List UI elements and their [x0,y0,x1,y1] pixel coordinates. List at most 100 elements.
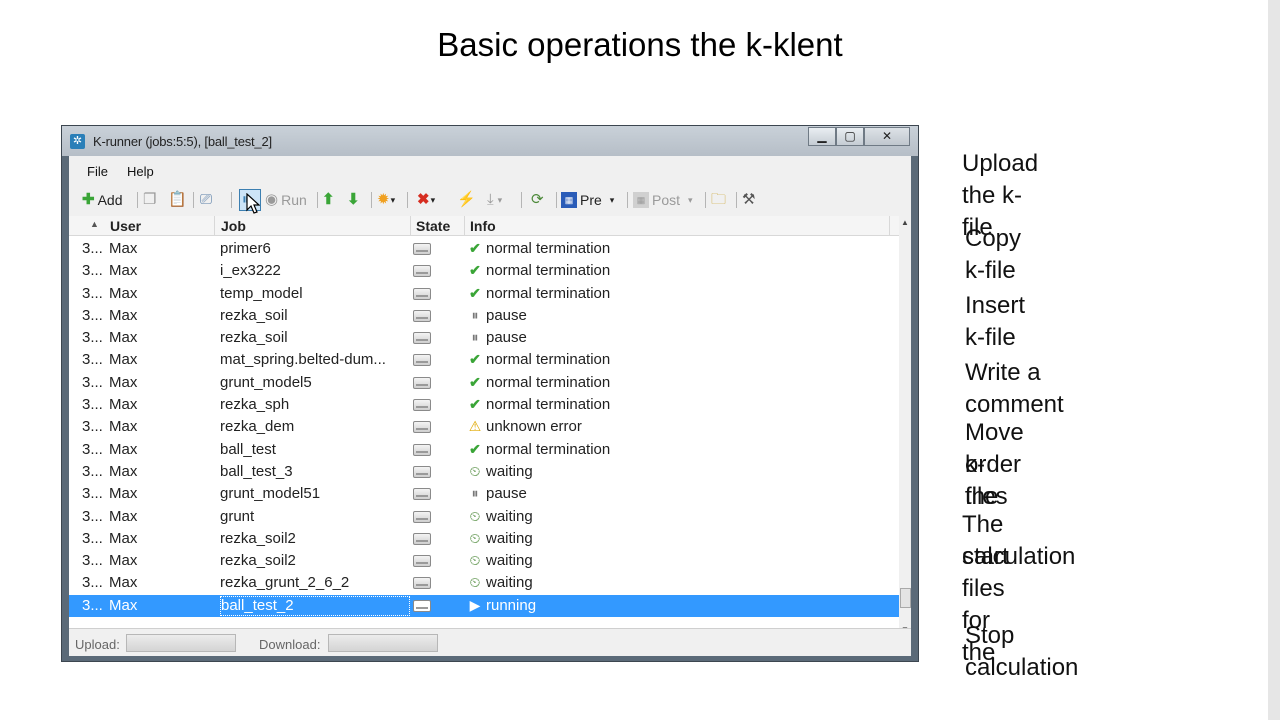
table-row[interactable]: 3... Max rezka_soil ⏸ pause [69,327,899,349]
table-row[interactable]: 3... Max primer6 ✔ normal termination [69,238,899,260]
row-info: ✔ normal termination [466,240,766,257]
note-move-order-2: k-files [965,451,1008,510]
menu-file[interactable]: File [87,164,108,179]
table-row[interactable]: 3... Max rezka_grunt_2_6_2 ⏲ waiting [69,572,899,594]
table-row[interactable]: 3... Max rezka_dem ⚠ unknown error [69,416,899,438]
maximize-button[interactable]: ▢ [836,127,864,146]
column-header-state[interactable]: State [416,218,450,234]
check-icon: ✔ [469,396,481,413]
move-down-button[interactable]: ⬇ [347,190,360,210]
table-row[interactable]: 3... Max grunt ⏲ waiting [69,506,899,528]
column-header-user[interactable]: User [110,218,141,234]
table-row[interactable]: 3... Max rezka_soil2 ⏲ waiting [69,528,899,550]
table-row[interactable]: 3... Max rezka_soil2 ⏲ waiting [69,550,899,572]
minimize-button[interactable]: ▁ [808,127,836,146]
table-row[interactable]: 3... Max rezka_soil ⏸ pause [69,305,899,327]
check-icon: ✔ [469,440,481,457]
column-header-info[interactable]: Info [470,218,496,234]
row-job[interactable]: mat_spring.belted-dum... [220,351,410,368]
toolbar-separator [193,192,194,208]
row-job[interactable]: temp_model [220,285,410,302]
delete-dropdown-button[interactable]: ✖ ▾ [417,190,435,210]
comment-button[interactable]: ⎚ [200,190,212,210]
row-job[interactable]: rezka_dem [220,418,410,435]
table-row[interactable]: 3... Max i_ex3222 ✔ normal termination [69,260,899,282]
drive-icon [413,599,431,612]
row-state [413,510,433,524]
row-job[interactable]: rezka_soil2 [220,552,410,569]
pause-icon: ⏸ [471,329,479,346]
row-info-text: waiting [486,552,533,570]
table-row[interactable]: 3... Max grunt_model51 ⏸ pause [69,483,899,505]
table-row[interactable]: 3... Max ball_test_3 ⏲ waiting [69,461,899,483]
download-progress [328,634,438,652]
row-job[interactable]: grunt [220,508,410,525]
sort-up-icon: ▲ [90,219,99,229]
row-job[interactable]: rezka_soil [220,329,410,346]
scroll-thumb[interactable] [900,588,911,608]
open-folder-button[interactable]: 🗀 [711,190,726,210]
row-job[interactable]: rezka_grunt_2_6_2 [220,574,410,591]
row-job[interactable]: i_ex3222 [220,262,410,279]
disconnect-button[interactable]: ⚡ [457,190,476,210]
download-dropdown-button[interactable]: ⤓ ▾ [487,190,502,210]
close-button[interactable]: ✕ [864,127,910,146]
pre-dropdown-button[interactable]: ▦ Pre ▾ [561,190,614,210]
row-job[interactable]: rezka_soil [220,307,410,324]
refresh-icon: ⟳ [531,191,544,208]
toolbar: ✚ Add ❐ 📋 ⎚ ⏸ ◉ Run ⬆ ⬇ ✹ ▾ ✖ ▾ ⚡ ⤓ ▾ ⟳ … [69,186,911,214]
table-row[interactable]: 3... Max mat_spring.belted-dum... ✔ normal t… [69,349,899,371]
row-job[interactable]: ball_test_2 [220,595,410,616]
row-user: Max [109,552,138,570]
check-icon: ✔ [469,262,481,279]
chevron-down-icon: ▾ [430,195,436,205]
menu-help[interactable]: Help [127,164,154,179]
row-state [413,420,433,434]
add-button[interactable]: ✚ Add [82,190,123,210]
app-window: ✲ K-runner (jobs:5:5), [ball_test_2] ▁ ▢… [61,125,919,662]
move-up-button[interactable]: ⬆ [322,190,335,210]
paste-button[interactable]: 📋 [168,190,187,210]
run-button[interactable]: ◉ Run [265,190,307,210]
scroll-up-icon[interactable]: ▲ [901,218,909,227]
pause-icon: ⏸ [471,306,479,323]
row-state [413,264,433,278]
post-dropdown-button[interactable]: ▦ Post ▾ [633,190,693,210]
column-header-job[interactable]: Job [221,218,246,234]
refresh-button[interactable]: ⟳ [531,190,544,210]
row-id: 3... [82,529,103,547]
drive-icon [413,465,431,478]
row-job[interactable]: ball_test_3 [220,463,410,480]
row-job[interactable]: rezka_sph [220,396,410,413]
table-row[interactable]: 3... Max ball_test ✔ normal termination [69,439,899,461]
tools-icon: ⚒ [742,191,756,208]
row-user: Max [109,529,138,547]
row-job[interactable]: grunt_model5 [220,374,410,391]
row-job[interactable]: grunt_model51 [220,485,410,502]
row-id: 3... [82,507,103,525]
row-info: ✔ normal termination [466,351,766,368]
table-row[interactable]: 3... Max ball_test_2 ▶ running [69,594,899,618]
note-insert: Insert k-file [965,292,1026,351]
row-job[interactable]: rezka_soil2 [220,530,410,547]
row-info-text: pause [486,485,527,503]
row-id: 3... [82,262,103,280]
tools-button[interactable]: ⚒ [742,190,755,210]
settings-dropdown-button[interactable]: ✹ ▾ [377,190,395,210]
table-row[interactable]: 3... Max grunt_model5 ✔ normal termination [69,372,899,394]
vertical-scrollbar[interactable]: ▲ ▼ [899,216,911,636]
row-job[interactable]: primer6 [220,240,410,257]
toolbar-separator [407,192,408,208]
row-id: 3... [82,462,103,480]
table-row[interactable]: 3... Max rezka_sph ✔ normal termination [69,394,899,416]
title-bar[interactable]: ✲ K-runner (jobs:5:5), [ball_test_2] ▁ ▢… [62,126,918,156]
copy-button[interactable]: ❐ [143,190,156,210]
row-job[interactable]: ball_test [220,441,410,458]
drive-icon [413,332,431,345]
note-comment: Write a comment [965,359,1064,418]
chevron-down-icon: ▾ [609,195,615,205]
table-row[interactable]: 3... Max temp_model ✔ normal termination [69,283,899,305]
chevron-down-icon: ▾ [390,195,396,205]
row-id: 3... [82,552,103,570]
drive-icon [413,243,431,255]
